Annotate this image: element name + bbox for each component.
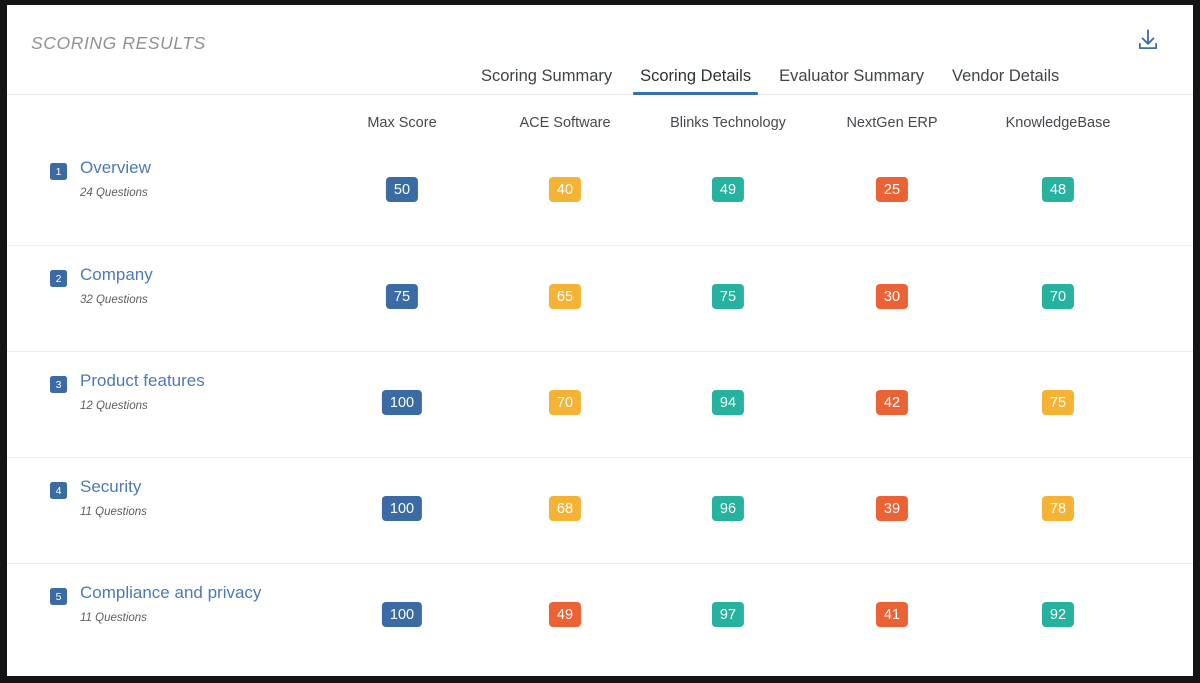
row-section-link[interactable]: Company <box>80 266 153 285</box>
download-button[interactable] <box>1133 27 1163 57</box>
row-number-badge: 1 <box>50 163 67 180</box>
screenshot-frame: SCORING RESULTS Scoring SummaryScoring D… <box>0 0 1200 683</box>
table-row: 1 Overview 24 Questions 50 40 49 25 48 <box>7 139 1193 245</box>
row-label-group: 3 Product features 12 Questions <box>50 372 205 412</box>
table-row: 5 Compliance and privacy 11 Questions 100 49… <box>7 563 1193 669</box>
row-section-link[interactable]: Compliance and privacy <box>80 584 261 603</box>
row-label-group: 5 Compliance and privacy 11 Questions <box>50 584 261 624</box>
score-badge: 96 <box>712 496 744 521</box>
score-badge: 97 <box>712 602 744 627</box>
score-badge: 100 <box>382 602 422 627</box>
score-badge: 50 <box>386 177 418 202</box>
score-badge: 68 <box>549 496 581 521</box>
score-badge: 100 <box>382 496 422 521</box>
scoring-rows: 1Overview24 Questions50404925482Company3… <box>7 139 1193 669</box>
table-row: 4 Security 11 Questions 100 68 96 39 78 <box>7 457 1193 563</box>
score-badge: 78 <box>1042 496 1074 521</box>
score-badge: 100 <box>382 390 422 415</box>
score-badge: 49 <box>712 177 744 202</box>
row-text-block: Security 11 Questions <box>80 478 147 518</box>
column-header-row: Max Score ACE Software Blinks Technology Ne… <box>7 95 1193 139</box>
tab-scoring-summary[interactable]: Scoring Summary <box>467 68 626 96</box>
row-section-link[interactable]: Product features <box>80 372 205 391</box>
row-section-link[interactable]: Security <box>80 478 147 497</box>
tab-vendor-details[interactable]: Vendor Details <box>938 68 1073 96</box>
row-text-block: Compliance and privacy 11 Questions <box>80 584 261 624</box>
tab-evaluator-summary[interactable]: Evaluator Summary <box>765 68 938 96</box>
row-label-group: 2 Company 32 Questions <box>50 266 153 306</box>
score-badge: 65 <box>549 284 581 309</box>
row-text-block: Overview 24 Questions <box>80 159 151 199</box>
download-icon <box>1135 27 1161 58</box>
score-badge: 30 <box>876 284 908 309</box>
score-badge: 70 <box>549 390 581 415</box>
score-badge: 75 <box>712 284 744 309</box>
score-badge: 70 <box>1042 284 1074 309</box>
row-text-block: Product features 12 Questions <box>80 372 205 412</box>
column-header: KnowledgeBase <box>1006 115 1111 131</box>
row-label-group: 1 Overview 24 Questions <box>50 159 151 199</box>
column-header: Blinks Technology <box>670 115 786 131</box>
table-row: 2 Company 32 Questions 75 65 75 30 70 <box>7 245 1193 351</box>
page-title: SCORING RESULTS <box>31 33 206 54</box>
score-badge: 25 <box>876 177 908 202</box>
row-number-badge: 2 <box>50 270 67 287</box>
scoring-results-card: SCORING RESULTS Scoring SummaryScoring D… <box>7 5 1193 676</box>
row-number-badge: 5 <box>50 588 67 605</box>
tab-scoring-details[interactable]: Scoring Details <box>626 68 765 96</box>
tab-bar: Scoring SummaryScoring DetailsEvaluator … <box>467 56 1073 95</box>
row-question-count: 24 Questions <box>80 187 151 199</box>
column-header: ACE Software <box>519 115 610 131</box>
row-question-count: 11 Questions <box>80 612 261 624</box>
row-section-link[interactable]: Overview <box>80 159 151 178</box>
row-label-group: 4 Security 11 Questions <box>50 478 147 518</box>
score-badge: 40 <box>549 177 581 202</box>
row-question-count: 11 Questions <box>80 506 147 518</box>
score-badge: 41 <box>876 602 908 627</box>
row-text-block: Company 32 Questions <box>80 266 153 306</box>
score-badge: 75 <box>1042 390 1074 415</box>
score-badge: 42 <box>876 390 908 415</box>
row-question-count: 32 Questions <box>80 294 153 306</box>
column-header: Max Score <box>367 115 436 131</box>
row-question-count: 12 Questions <box>80 400 205 412</box>
score-badge: 48 <box>1042 177 1074 202</box>
score-badge: 49 <box>549 602 581 627</box>
column-header: NextGen ERP <box>846 115 937 131</box>
row-number-badge: 4 <box>50 482 67 499</box>
table-row: 3 Product features 12 Questions 100 70 94 42 75 <box>7 351 1193 457</box>
card-header: SCORING RESULTS Scoring SummaryScoring D… <box>7 5 1193 95</box>
score-badge: 75 <box>386 284 418 309</box>
score-badge: 94 <box>712 390 744 415</box>
score-badge: 92 <box>1042 602 1074 627</box>
score-badge: 39 <box>876 496 908 521</box>
row-number-badge: 3 <box>50 376 67 393</box>
